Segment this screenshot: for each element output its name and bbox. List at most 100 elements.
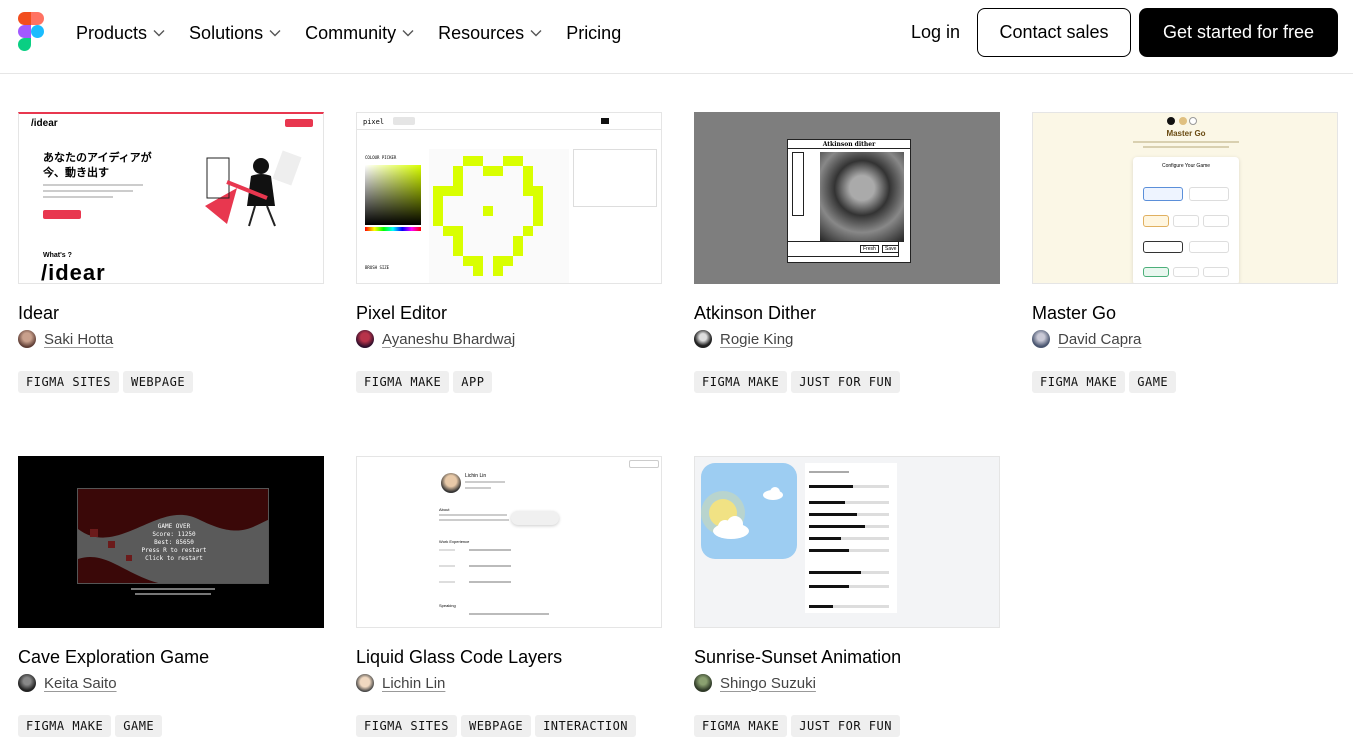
card-title[interactable]: Master Go	[1032, 302, 1338, 324]
tag[interactable]: FIGMA MAKE	[694, 371, 788, 393]
card-author[interactable]: Lichin Lin	[356, 673, 662, 693]
figma-logo-icon[interactable]	[18, 12, 44, 52]
author-name[interactable]: Ayaneshu Bhardwaj	[382, 331, 515, 348]
option-box	[1143, 267, 1169, 277]
pixel-flower-icon	[433, 156, 543, 276]
thumb-text-line	[809, 471, 849, 473]
card-author[interactable]: Saki Hotta	[18, 329, 324, 349]
project-card-atkinson-dither[interactable]: Atkinson dither Fresh Save Atkinson Dith…	[694, 112, 1000, 393]
tag[interactable]: WEBPAGE	[460, 715, 532, 737]
project-card-idear[interactable]: /idear あなたのアイディアが 今、動き出す What's ? /idear…	[18, 112, 324, 393]
project-thumbnail[interactable]: Atkinson dither Fresh Save	[694, 112, 1000, 284]
project-thumbnail[interactable]: GAME OVER Score: 11250 Best: 85650 Press…	[18, 456, 324, 628]
tag[interactable]: GAME	[115, 715, 163, 737]
saved-files-panel	[573, 149, 657, 207]
thumb-text-line	[469, 613, 549, 615]
card-title[interactable]: Atkinson Dither	[694, 302, 1000, 324]
black-stone-icon	[1167, 117, 1175, 125]
thumb-text-line	[465, 481, 505, 483]
project-thumbnail[interactable]: Master Go Configure Your Game	[1032, 112, 1338, 284]
tag[interactable]: JUST FOR FUN	[791, 371, 900, 393]
slider-track	[809, 525, 889, 528]
avatar	[441, 473, 461, 493]
slider-track	[809, 571, 889, 574]
nav-pricing[interactable]: Pricing	[566, 23, 621, 44]
thumb-name: Lichin Lin	[465, 473, 487, 479]
card-title[interactable]: Liquid Glass Code Layers	[356, 646, 662, 668]
project-card-cave-exploration-game[interactable]: GAME OVER Score: 11250 Best: 85650 Press…	[18, 456, 324, 737]
nav-resources[interactable]: Resources	[438, 23, 542, 44]
option-box	[1189, 187, 1229, 201]
nav-label: Pricing	[566, 22, 622, 43]
slider-fill	[809, 537, 841, 540]
tag[interactable]: FIGMA MAKE	[694, 715, 788, 737]
card-author[interactable]: Shingo Suzuki	[694, 673, 1000, 693]
avatar	[694, 674, 712, 692]
author-name[interactable]: Saki Hotta	[44, 331, 113, 348]
tag[interactable]: FIGMA SITES	[18, 371, 119, 393]
card-author[interactable]: David Capra	[1032, 329, 1338, 349]
tag[interactable]: INTERACTION	[535, 715, 637, 737]
card-title[interactable]: Sunrise-Sunset Animation	[694, 646, 1000, 668]
thumb-text-line	[439, 565, 455, 567]
avatar	[1032, 330, 1050, 348]
tag[interactable]: APP	[453, 371, 493, 393]
avatar	[356, 674, 374, 692]
author-name[interactable]: Lichin Lin	[382, 675, 445, 692]
chevron-down-icon	[269, 30, 281, 37]
slider-fill	[809, 605, 833, 608]
slider-track	[809, 537, 889, 540]
glass-pill	[511, 511, 559, 525]
project-thumbnail[interactable]: /idear あなたのアイディアが 今、動き出す What's ? /idear	[18, 112, 324, 284]
option-box	[1143, 187, 1183, 201]
tag-list: FIGMA SITES WEBPAGE INTERACTION	[356, 715, 662, 737]
thumb-label: COLOUR PICKER	[365, 155, 397, 160]
card-author[interactable]: Ayaneshu Bhardwaj	[356, 329, 662, 349]
slider-fill	[809, 513, 857, 516]
thumb-text-line	[469, 549, 511, 551]
tag[interactable]: JUST FOR FUN	[791, 715, 900, 737]
option-box	[1203, 267, 1229, 277]
option-box	[1203, 215, 1229, 227]
slider-track	[809, 513, 889, 516]
login-link[interactable]: Log in	[911, 22, 960, 43]
author-name[interactable]: Rogie King	[720, 331, 793, 348]
nav-solutions[interactable]: Solutions	[189, 23, 281, 44]
game-line: Score: 11250	[152, 531, 196, 538]
contact-sales-button[interactable]: Contact sales	[977, 8, 1131, 57]
tag[interactable]: FIGMA MAKE	[1032, 371, 1126, 393]
section-about: About	[439, 507, 450, 512]
config-panel: Configure Your Game	[1133, 157, 1239, 283]
thumb-text-line	[43, 196, 113, 198]
project-card-pixel-editor[interactable]: pixel COLOUR PICKER BRUSH SIZE Pixel Edi…	[356, 112, 662, 393]
project-thumbnail[interactable]: pixel COLOUR PICKER BRUSH SIZE	[356, 112, 662, 284]
card-title[interactable]: Idear	[18, 302, 324, 324]
author-name[interactable]: Keita Saito	[44, 675, 117, 692]
get-started-button[interactable]: Get started for free	[1139, 8, 1338, 57]
author-name[interactable]: Shingo Suzuki	[720, 675, 816, 692]
slider-track	[809, 485, 889, 488]
tag[interactable]: FIGMA MAKE	[356, 371, 450, 393]
author-name[interactable]: David Capra	[1058, 331, 1141, 348]
card-title[interactable]: Cave Exploration Game	[18, 646, 324, 668]
thumb-text-line	[135, 593, 211, 595]
dithered-photo	[820, 152, 904, 242]
project-thumbnail[interactable]: Lichin Lin About Work Experience Speakin…	[356, 456, 662, 628]
tag[interactable]: FIGMA SITES	[356, 715, 457, 737]
project-card-liquid-glass-code-layers[interactable]: Lichin Lin About Work Experience Speakin…	[356, 456, 662, 737]
project-card-sunrise-sunset-animation[interactable]: Sunrise-Sunset Animation Shingo Suzuki F…	[694, 456, 1000, 737]
thumb-text-line	[439, 549, 455, 551]
tag[interactable]: GAME	[1129, 371, 1177, 393]
card-author[interactable]: Keita Saito	[18, 673, 324, 693]
project-card-master-go[interactable]: Master Go Configure Your Game Master Go …	[1032, 112, 1338, 393]
card-author[interactable]: Rogie King	[694, 329, 1000, 349]
project-thumbnail[interactable]	[694, 456, 1000, 628]
nav-community[interactable]: Community	[305, 23, 414, 44]
thumb-text-line	[43, 190, 133, 192]
avatar	[694, 330, 712, 348]
card-title[interactable]: Pixel Editor	[356, 302, 662, 324]
chevron-down-icon	[530, 30, 542, 37]
nav-products[interactable]: Products	[76, 23, 165, 44]
tag[interactable]: WEBPAGE	[122, 371, 194, 393]
tag[interactable]: FIGMA MAKE	[18, 715, 112, 737]
